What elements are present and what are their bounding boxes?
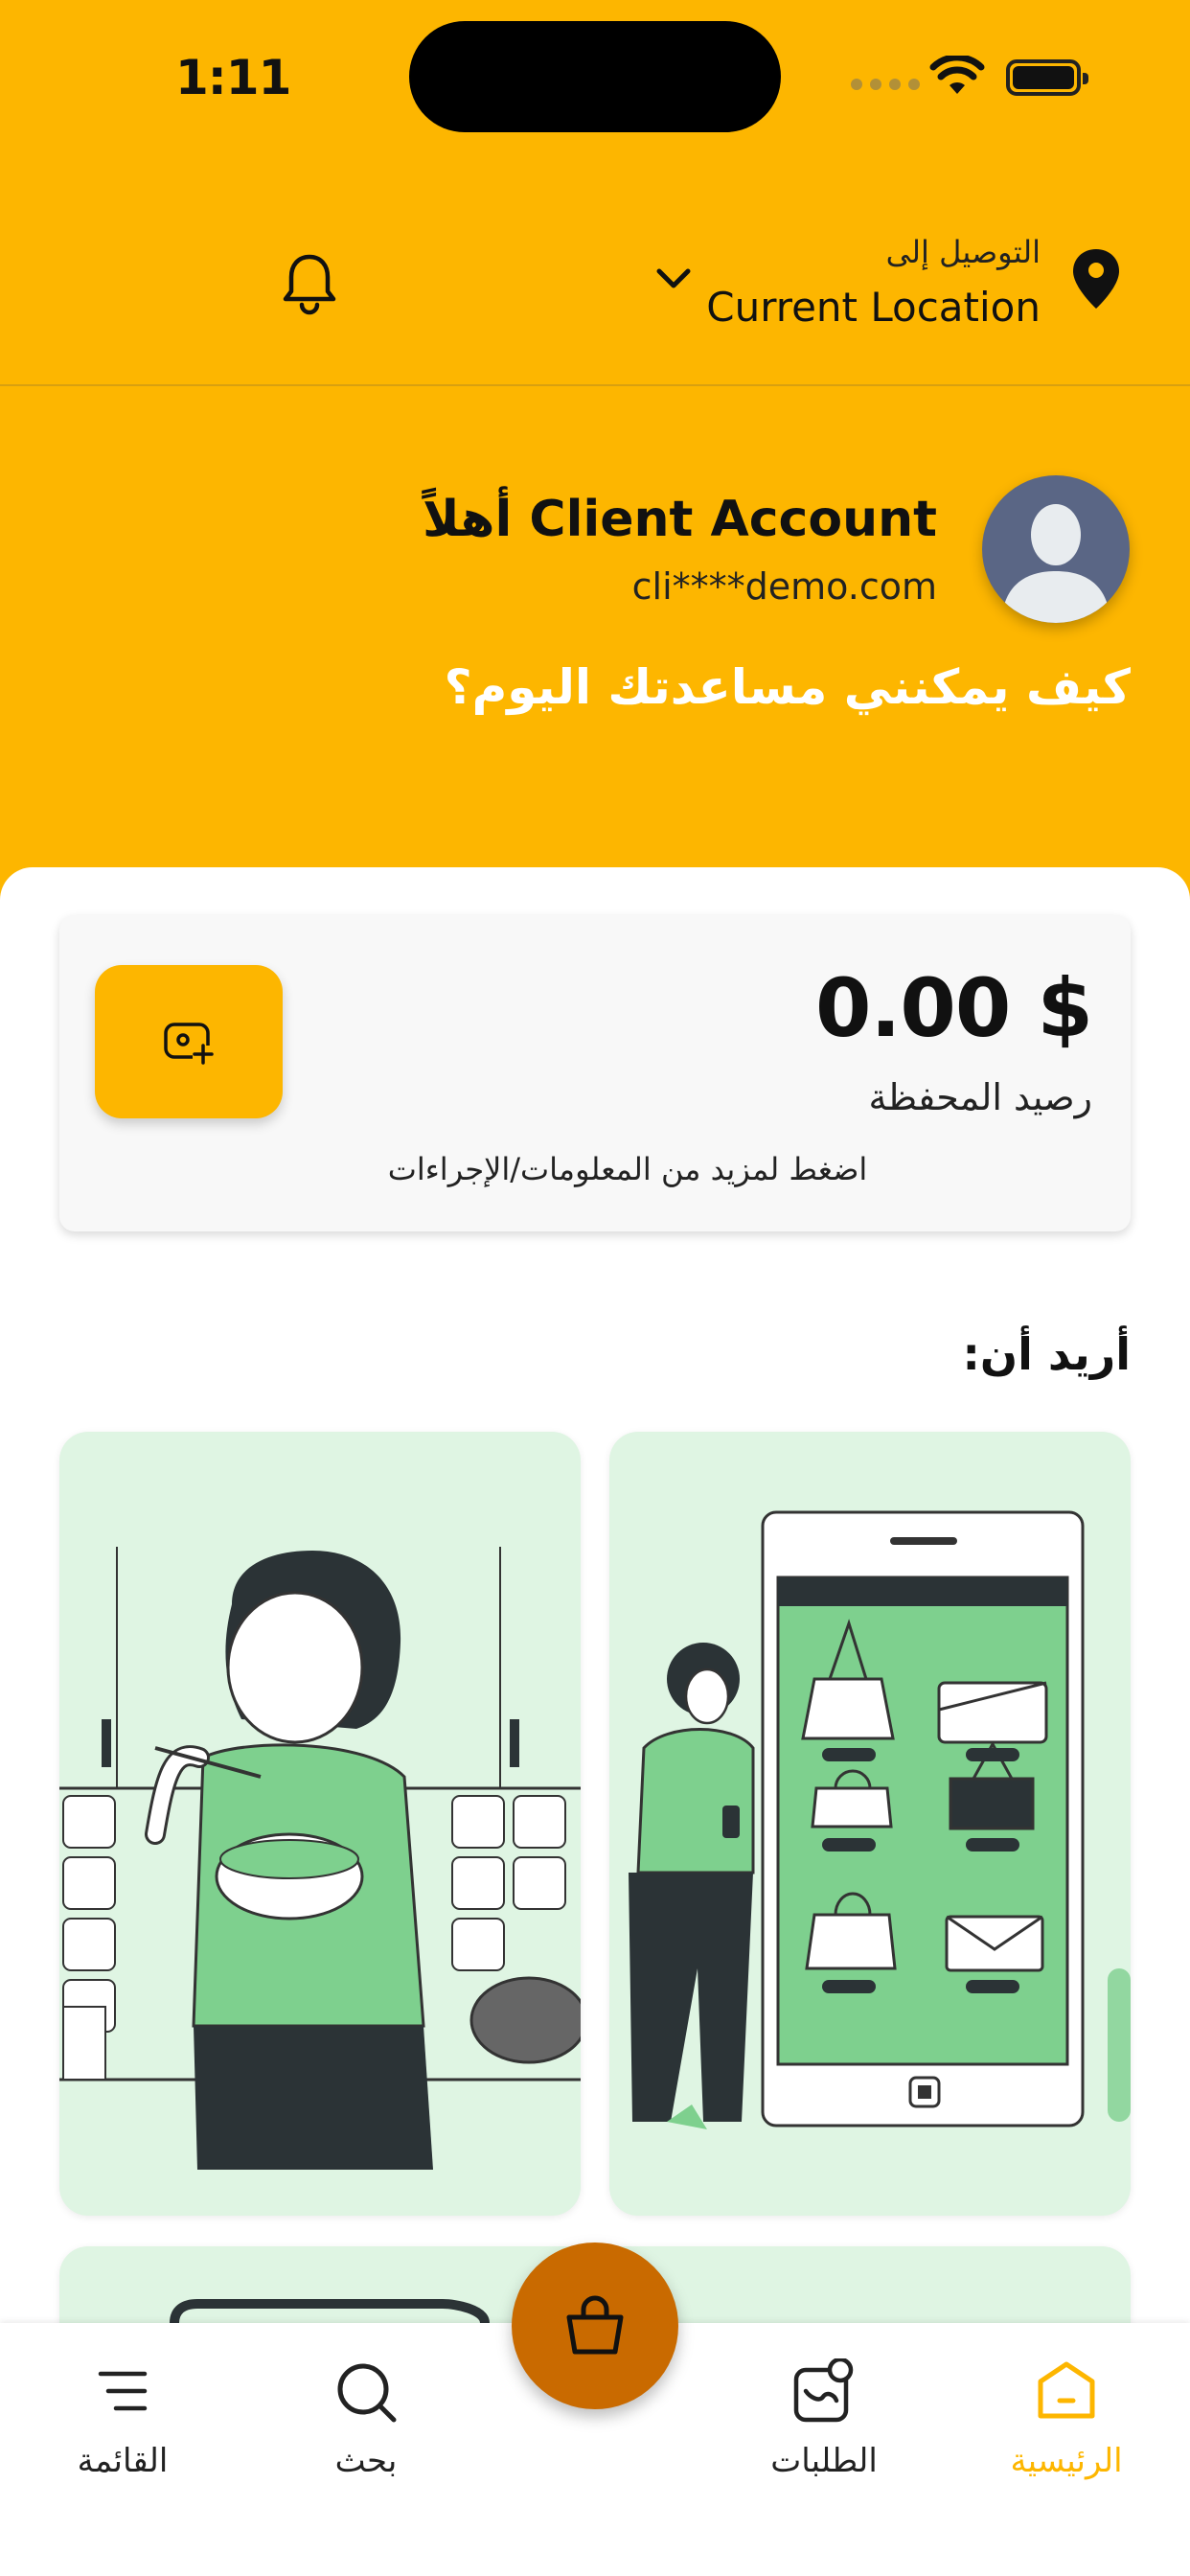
nav-orders[interactable]: الطلبات: [719, 2352, 929, 2480]
wallet-card[interactable]: 0.00 $ رصيد المحفظة اضغط لمزيد من المعلو…: [59, 915, 1131, 1231]
nav-home-label: الرئيسية: [1010, 2442, 1123, 2480]
avatar[interactable]: [982, 475, 1130, 623]
notification-bell-icon[interactable]: [280, 251, 339, 316]
shopping-illustration: [629, 1510, 1131, 2129]
signal-icon: [851, 79, 920, 90]
dynamic-island: [409, 21, 781, 132]
menu-icon: [98, 2371, 148, 2411]
cart-fab-button[interactable]: [512, 2242, 678, 2409]
food-service-tile[interactable]: [59, 1432, 581, 2216]
header-divider: [0, 384, 1190, 386]
help-prompt: كيف يمكنني مساعدتك اليوم؟: [444, 659, 1131, 715]
home-icon: [1038, 2361, 1095, 2419]
shopping-service-tile[interactable]: [609, 1432, 1131, 2216]
nav-home[interactable]: الرئيسية: [961, 2352, 1172, 2480]
avatar-placeholder-icon: [1001, 504, 1110, 623]
want-section-title: أريد أن:: [962, 1328, 1131, 1380]
header-background: [0, 0, 1190, 920]
wallet-balance-label: رصيد المحفظة: [868, 1076, 1092, 1118]
greeting-text: أهلاً Client Account: [422, 491, 937, 548]
wifi-icon: [929, 56, 985, 94]
nav-orders-label: الطلبات: [770, 2442, 878, 2480]
nav-search[interactable]: بحث: [261, 2352, 471, 2480]
add-money-icon: [164, 1023, 214, 1065]
user-email: cli****demo.com: [631, 565, 937, 608]
battery-icon: [1006, 59, 1088, 96]
location-pin-icon: [1073, 249, 1119, 309]
current-location-value[interactable]: Current Location: [706, 284, 1041, 331]
nav-menu-label: القائمة: [77, 2442, 169, 2480]
food-illustration: [59, 1547, 581, 2170]
wallet-balance-amount: 0.00 $: [815, 961, 1093, 1055]
nav-menu[interactable]: القائمة: [17, 2352, 228, 2480]
status-time: 1:11: [175, 50, 291, 105]
wallet-hint: اضغط لمزيد من المعلومات/الإجراءات: [387, 1151, 868, 1187]
delivery-to-label: التوصيل إلى: [885, 234, 1041, 270]
search-icon: [337, 2363, 397, 2423]
nav-search-label: بحث: [334, 2442, 398, 2480]
wallet-add-button[interactable]: [95, 965, 283, 1118]
shopping-bag-icon: [566, 2295, 624, 2355]
chevron-down-icon[interactable]: [654, 266, 693, 291]
orders-icon: [793, 2358, 854, 2423]
